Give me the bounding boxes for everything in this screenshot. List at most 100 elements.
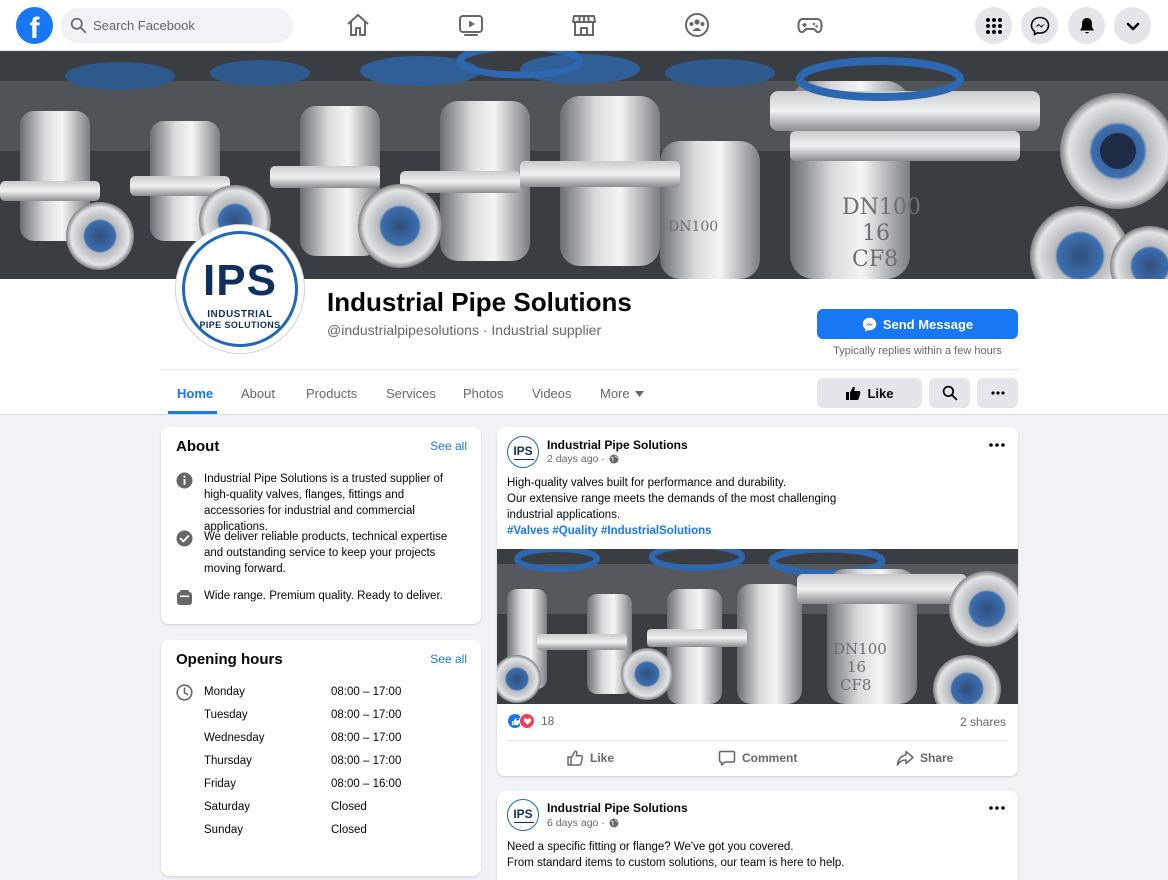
page-more-options-button[interactable] — [977, 378, 1018, 408]
opening-hours-title: Opening hours — [176, 651, 283, 668]
post-photo[interactable]: DN100 16 CF8 — [497, 549, 1018, 704]
post-body: Need a specific fitting or flange? We've… — [507, 839, 1007, 871]
tab-services[interactable]: Services — [386, 386, 436, 401]
page-avatar[interactable]: IPS INDUSTRIAL PIPE SOLUTIONS — [176, 225, 304, 353]
post-avatar-initials: IPS — [513, 444, 533, 458]
search-input[interactable] — [93, 18, 273, 33]
hours-day: Friday — [204, 778, 236, 790]
reply-time-note: Typically replies within a few hours — [833, 345, 1002, 357]
groups-icon[interactable] — [682, 10, 712, 40]
opening-hours-card: Opening hours See all Monday 08:00 – 17:0… — [161, 640, 481, 876]
post-divider — [507, 740, 1008, 741]
post-author-name[interactable]: Industrial Pipe Solutions — [547, 801, 688, 815]
post-author-name[interactable]: Industrial Pipe Solutions — [547, 438, 688, 452]
verified-check-icon — [176, 530, 193, 547]
post-author-avatar[interactable]: IPS — [507, 436, 539, 468]
search-icon — [942, 385, 957, 401]
share-arrow-icon — [896, 750, 914, 766]
ips-logo: IPS INDUSTRIAL PIPE SOLUTIONS — [182, 231, 298, 347]
like-page-button[interactable]: Like — [817, 378, 922, 408]
comment-icon — [718, 750, 736, 766]
globe-icon — [609, 818, 619, 828]
about-title: About — [176, 438, 220, 455]
like-page-label: Like — [867, 385, 894, 401]
cover-stamp-cf8: CF8 — [852, 247, 898, 272]
hours-see-all-link[interactable]: See all — [430, 652, 467, 666]
about-see-all-link[interactable]: See all — [430, 439, 467, 453]
post-line: industrial applications. — [507, 509, 621, 521]
tab-videos[interactable]: Videos — [532, 386, 572, 401]
hours-row-tuesday: Tuesday 08:00 – 17:00 — [204, 709, 454, 721]
video-icon[interactable] — [456, 10, 486, 40]
logo-initials: IPS — [203, 256, 277, 305]
post-line: From standard items to custom solutions,… — [507, 857, 845, 869]
notifications-bell-icon[interactable] — [1068, 7, 1105, 44]
photo-stamp-cf8: CF8 — [840, 676, 871, 694]
hours-time: 08:00 – 17:00 — [331, 686, 402, 698]
about-description: Industrial Pipe Solutions is a trusted s… — [204, 473, 444, 533]
logo-line1: INDUSTRIAL — [207, 309, 273, 320]
clock-icon — [176, 684, 193, 701]
hours-row-monday: Monday 08:00 – 17:00 — [204, 686, 454, 698]
hours-row-thursday: Thursday 08:00 – 17:00 — [204, 755, 454, 767]
love-reaction-icon — [519, 713, 535, 729]
messenger-icon — [862, 317, 877, 332]
post-comment-button[interactable]: Comment — [718, 749, 797, 767]
account-chevron-icon[interactable] — [1114, 7, 1151, 44]
share-count[interactable]: 2 shares — [960, 715, 1006, 729]
hours-time: Closed — [331, 801, 367, 813]
home-icon[interactable] — [343, 10, 373, 40]
post-line: High-quality valves built for performanc… — [507, 477, 787, 489]
info-icon — [176, 472, 193, 489]
post-time-text: 6 days ago · — [547, 817, 605, 829]
hours-day: Sunday — [204, 824, 244, 836]
page-search-button[interactable] — [929, 378, 970, 408]
cover-stamp-dn100: DN100 — [842, 195, 921, 220]
gaming-icon[interactable] — [795, 10, 825, 40]
post-line: Need a specific fitting or flange? We've… — [507, 841, 794, 853]
post-author-avatar[interactable]: IPS — [507, 799, 539, 831]
tab-photos[interactable]: Photos — [463, 386, 503, 401]
search-box[interactable] — [61, 8, 293, 43]
send-message-label: Send Message — [882, 316, 974, 332]
hours-row-sunday: Sunday Closed — [204, 824, 454, 836]
marketplace-icon[interactable] — [569, 10, 599, 40]
reaction-count: 18 — [541, 714, 555, 728]
send-message-button[interactable]: Send Message — [817, 309, 1018, 339]
cover-stamp-dn100-small: DN100 — [668, 219, 718, 235]
hours-row-friday: Friday 08:00 – 16:00 — [204, 778, 454, 790]
messenger-icon[interactable] — [1021, 7, 1058, 44]
post-options-icon[interactable] — [988, 440, 1006, 450]
tab-home[interactable]: Home — [177, 386, 213, 401]
header-divider — [160, 369, 1018, 370]
top-navigation-bar: f — [0, 0, 1168, 51]
more-dots-icon — [990, 391, 1005, 395]
post-avatar-initials: IPS — [513, 807, 533, 821]
post-time-text: 2 days ago · — [547, 453, 605, 465]
post-like-label: Like — [590, 751, 615, 765]
tab-more-label: More — [600, 386, 630, 401]
search-icon — [70, 17, 87, 34]
page-handle: @industrialpipesolutions · Industrial su… — [327, 322, 602, 338]
tab-products[interactable]: Products — [306, 386, 357, 401]
menu-grid-icon[interactable] — [975, 7, 1012, 44]
facebook-logo[interactable]: f — [16, 7, 53, 44]
post-share-button[interactable]: Share — [896, 749, 953, 767]
tab-more[interactable]: More — [600, 386, 644, 401]
reaction-summary[interactable]: 18 — [507, 713, 554, 729]
post-timestamp[interactable]: 2 days ago · — [547, 453, 619, 465]
cover-stamp-16: 16 — [862, 221, 890, 246]
post-card: IPS Industrial Pipe Solutions 2 days ago… — [497, 427, 1018, 776]
hours-day: Monday — [204, 686, 245, 698]
post-like-button[interactable]: Like — [566, 749, 614, 767]
caret-down-icon — [634, 390, 644, 397]
cover-photo[interactable]: DN100 16 CF8 DN100 — [0, 51, 1168, 279]
hours-time: 08:00 – 16:00 — [331, 778, 402, 790]
post-hashtags[interactable]: #Valves #Quality #IndustrialSolutions — [507, 523, 1007, 539]
tab-about[interactable]: About — [241, 386, 275, 401]
post-timestamp[interactable]: 6 days ago · — [547, 817, 619, 829]
hours-time: 08:00 – 17:00 — [331, 709, 402, 721]
logo-line2: PIPE SOLUTIONS — [199, 320, 281, 330]
post-options-icon[interactable] — [988, 803, 1006, 813]
post-body: High-quality valves built for performanc… — [507, 475, 1007, 539]
